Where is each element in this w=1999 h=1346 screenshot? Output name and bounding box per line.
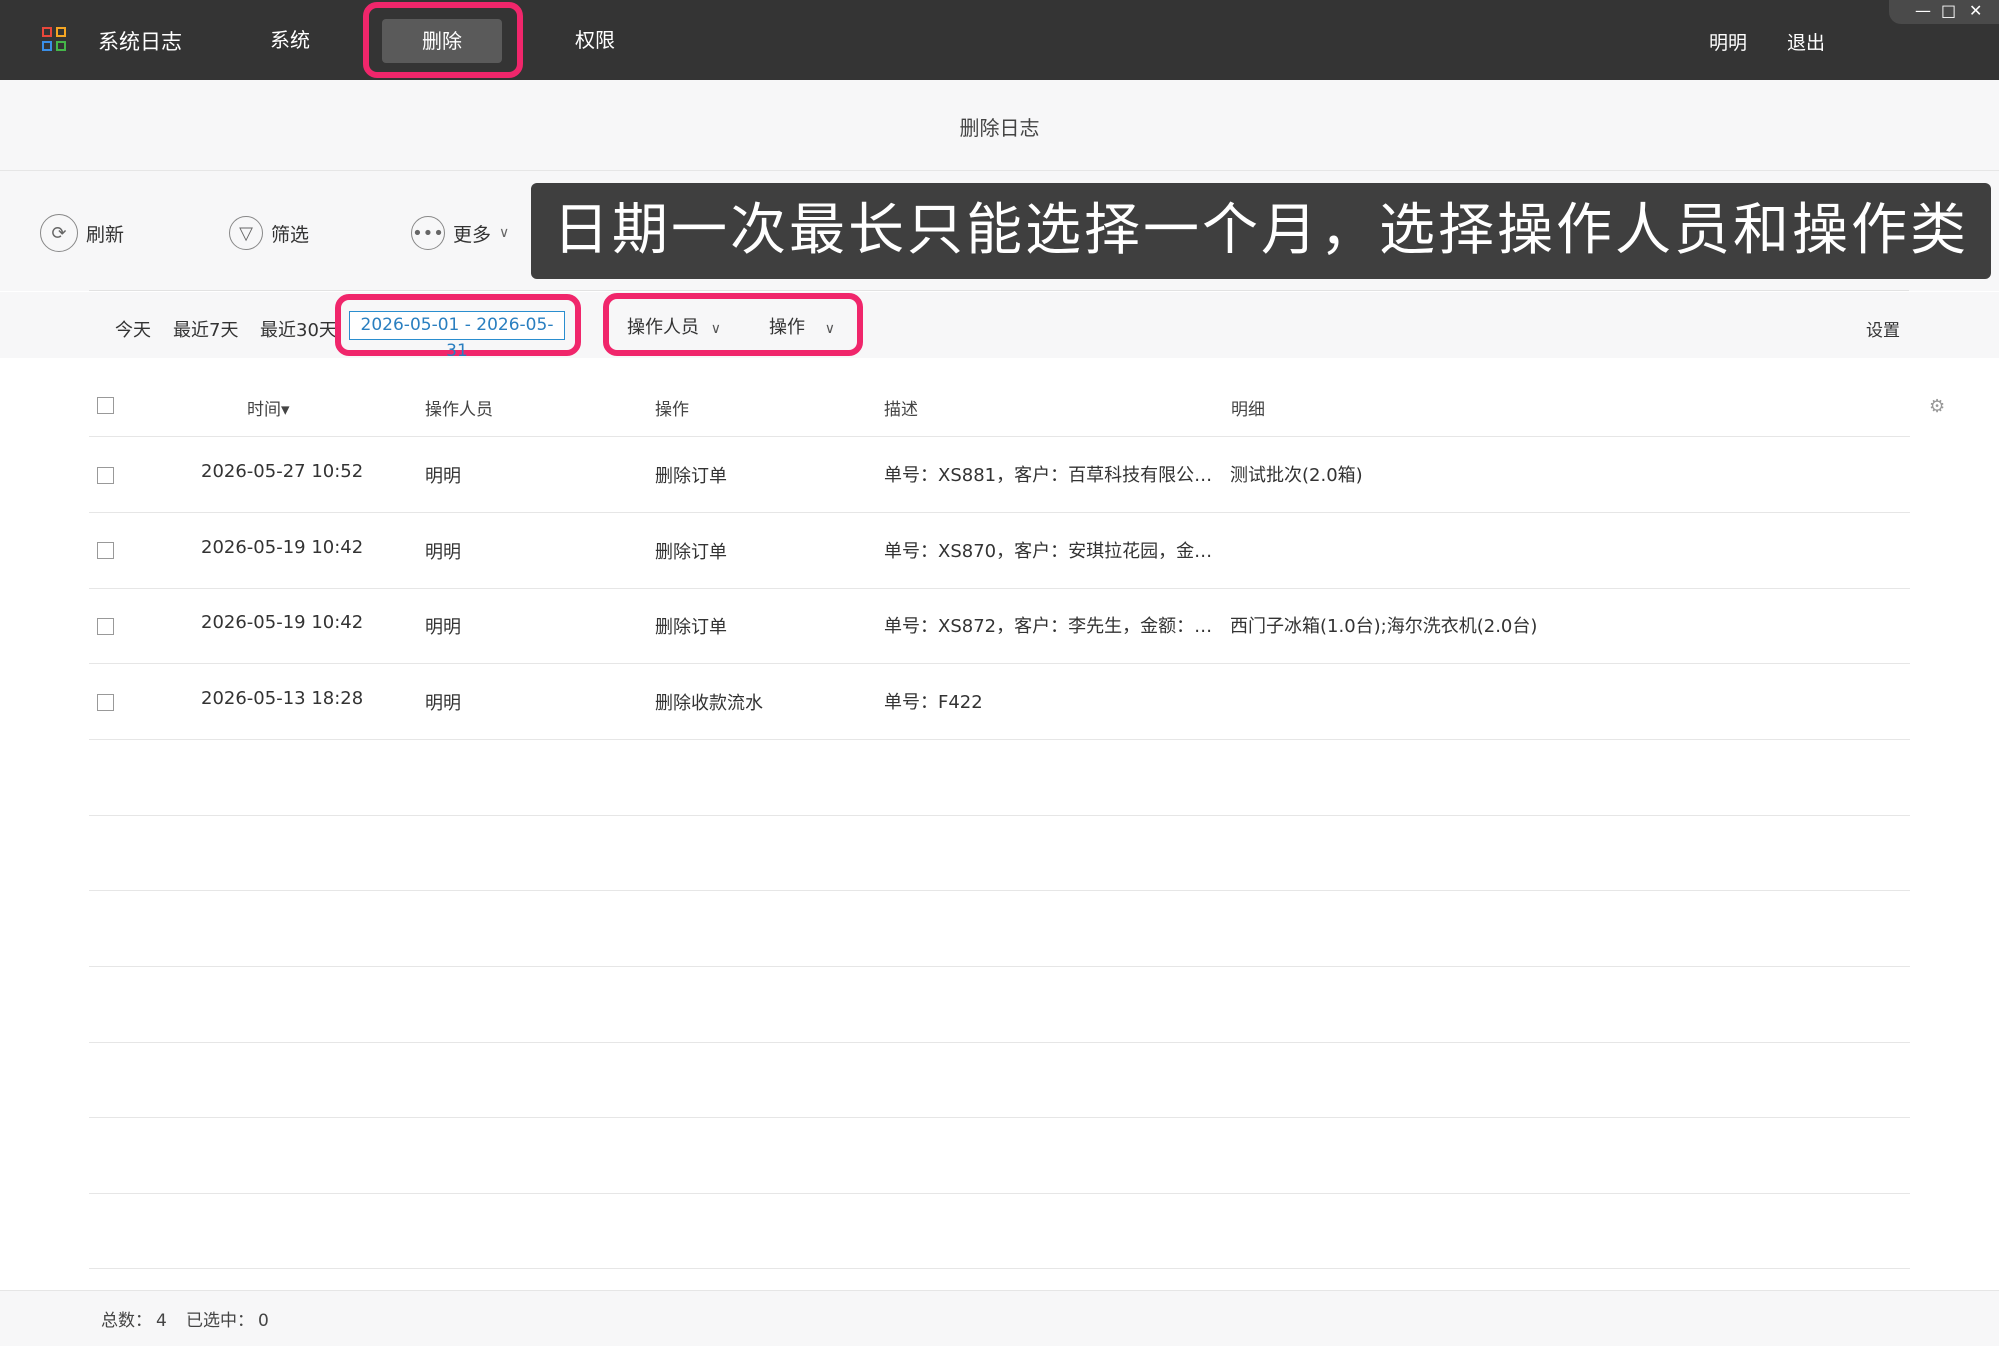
page-title: 删除日志 <box>959 116 1040 140</box>
select-all-checkbox[interactable] <box>97 397 114 414</box>
close-icon[interactable]: ✕ <box>1969 0 1982 22</box>
nav-tab-system[interactable]: 系统 <box>250 0 330 80</box>
row-divider <box>89 436 1910 437</box>
selected-value: 0 <box>258 1311 269 1331</box>
row-divider <box>89 588 1910 589</box>
user-name[interactable]: 明明 <box>1709 28 1747 55</box>
total-value: 4 <box>156 1311 167 1331</box>
filter-button[interactable]: ▽ 筛选 <box>229 211 309 255</box>
chevron-down-icon: ∨ <box>710 321 721 337</box>
table-cell-operation: 删除收款流水 <box>655 693 763 714</box>
total-count: 总数： 4 <box>101 1306 167 1331</box>
more-button[interactable]: ••• 更多 ∨ <box>411 211 509 255</box>
logout-button[interactable]: 退出 <box>1787 28 1825 55</box>
table-cell-description: 单号：XS872，客户：李先生，金额：… <box>884 616 1213 637</box>
row-divider <box>89 1268 1910 1269</box>
more-icon: ••• <box>411 216 445 250</box>
table-cell-detail: 测试批次(2.0箱) <box>1230 465 1363 486</box>
operation-dropdown-label: 操作 <box>769 317 805 338</box>
chevron-down-icon: ∨ <box>499 225 510 241</box>
column-header-detail: 明细 <box>1231 400 1265 420</box>
row-divider <box>89 1117 1910 1118</box>
maximize-icon[interactable]: □ <box>1941 0 1956 22</box>
table-cell-time: 2026-05-27 10:52 <box>201 461 364 482</box>
filter-label: 筛选 <box>271 223 310 246</box>
table-cell-time: 2026-05-13 18:28 <box>201 688 364 709</box>
window-controls: — □ ✕ <box>1889 0 1999 24</box>
operation-dropdown[interactable]: 操作 ∨ <box>769 313 835 339</box>
app-grid-icon[interactable] <box>42 27 68 53</box>
row-checkbox[interactable] <box>97 694 114 711</box>
row-divider <box>89 1042 1910 1043</box>
table-cell-operation: 删除订单 <box>655 542 727 563</box>
gear-icon[interactable]: ⚙ <box>1929 396 1945 417</box>
status-footer <box>0 1290 1999 1346</box>
table-cell-description: 单号：F422 <box>884 692 983 713</box>
table-cell-operation: 删除订单 <box>655 466 727 487</box>
operator-dropdown-label: 操作人员 <box>627 317 699 338</box>
row-checkbox[interactable] <box>97 542 114 559</box>
refresh-icon: ⟳ <box>40 214 78 252</box>
row-divider <box>89 1193 1910 1194</box>
table-cell-operator: 明明 <box>425 542 461 563</box>
row-divider <box>89 890 1910 891</box>
column-header-operation: 操作 <box>655 400 689 420</box>
row-checkbox[interactable] <box>97 467 114 484</box>
operator-dropdown[interactable]: 操作人员 ∨ <box>627 313 721 339</box>
app-title: 系统日志 <box>98 30 182 54</box>
chevron-down-icon: ∨ <box>824 321 835 337</box>
nav-tab-delete[interactable]: 删除 <box>382 19 502 63</box>
selected-label: 已选中： <box>186 1311 254 1331</box>
settings-link[interactable]: 设置 <box>1866 316 1900 341</box>
row-divider <box>89 739 1910 740</box>
refresh-label: 刷新 <box>86 223 125 246</box>
more-label: 更多 <box>453 223 492 246</box>
total-label: 总数： <box>101 1311 152 1331</box>
row-divider <box>89 815 1910 816</box>
filter-bar: 今天 最近7天 最近30天 <box>0 292 1999 358</box>
refresh-button[interactable]: ⟳ 刷新 <box>40 211 124 255</box>
log-table <box>0 358 1999 1298</box>
table-cell-operator: 明明 <box>425 693 461 714</box>
date-range-input[interactable]: 2026-05-01 - 2026-05-31 <box>349 311 565 361</box>
table-cell-time: 2026-05-19 10:42 <box>201 612 364 633</box>
row-divider <box>89 663 1910 664</box>
page-header: 删除日志 <box>0 80 1999 171</box>
quick-date-last7[interactable]: 最近7天 <box>173 316 238 342</box>
row-divider <box>89 512 1910 513</box>
column-header-operator: 操作人员 <box>425 400 493 420</box>
table-cell-detail: 西门子冰箱(1.0台);海尔洗衣机(2.0台) <box>1230 616 1538 637</box>
table-cell-operator: 明明 <box>425 466 461 487</box>
selected-count: 已选中： 0 <box>186 1306 269 1331</box>
minimize-icon[interactable]: — <box>1915 0 1931 22</box>
nav-tab-permissions[interactable]: 权限 <box>555 0 635 80</box>
row-checkbox[interactable] <box>97 618 114 635</box>
quick-date-last30[interactable]: 最近30天 <box>260 316 337 342</box>
table-cell-operator: 明明 <box>425 617 461 638</box>
column-header-time[interactable]: 时间▾ <box>247 395 290 420</box>
table-cell-time: 2026-05-19 10:42 <box>201 537 364 558</box>
quick-date-today[interactable]: 今天 <box>115 316 151 342</box>
row-divider <box>89 966 1910 967</box>
column-header-description: 描述 <box>884 400 918 420</box>
instruction-banner: 日期一次最长只能选择一个月，选择操作人员和操作类型 <box>531 183 1991 359</box>
top-bar: 系统日志 系统 权限 明明 退出 — □ ✕ <box>0 0 1999 80</box>
table-cell-operation: 删除订单 <box>655 617 727 638</box>
table-cell-description: 单号：XS881，客户：百草科技有限公… <box>884 465 1213 486</box>
filter-icon: ▽ <box>229 216 263 250</box>
table-cell-description: 单号：XS870，客户：安琪拉花园，金… <box>884 541 1213 562</box>
toolbar-divider <box>89 290 1909 291</box>
